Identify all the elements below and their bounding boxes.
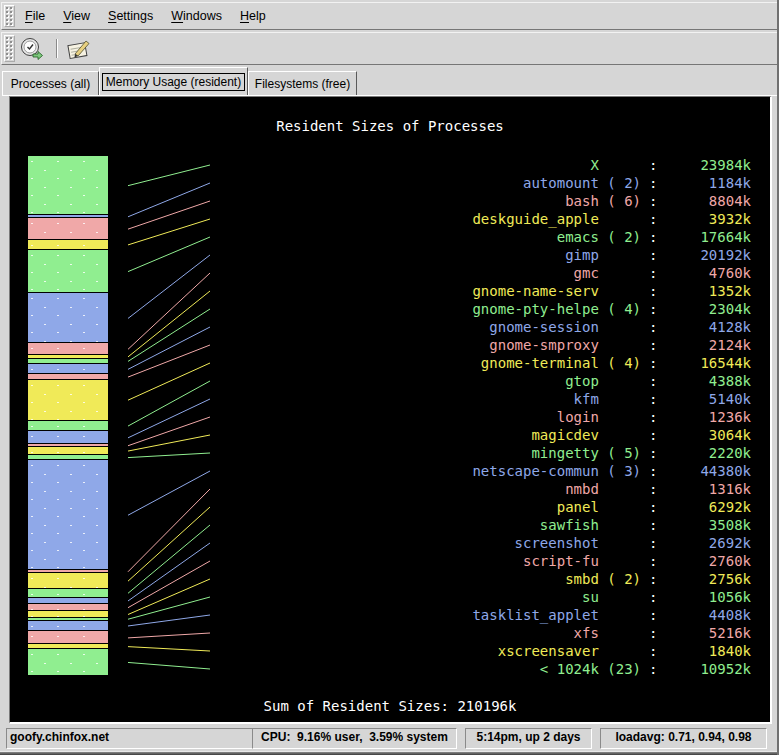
process-row: netscape-commun ( 3):44380k: [10, 462, 770, 480]
process-row: su :1056k: [10, 588, 770, 606]
memory-usage-graph: Resident Sizes of Processes X :23984kaut…: [10, 97, 770, 722]
process-row: xfs :5216k: [10, 624, 770, 642]
process-row: screenshot :2692k: [10, 534, 770, 552]
process-row: smbd ( 2):2756k: [10, 570, 770, 588]
timer-run-icon: [18, 35, 46, 63]
timer-run-button[interactable]: [18, 35, 46, 62]
process-row: gnome-terminal ( 4):16544k: [10, 354, 770, 372]
process-row: xscreensaver :1840k: [10, 642, 770, 660]
statusbar-clock: 5:14pm, up 2 days: [465, 728, 592, 749]
process-row: gnome-smproxy :2124k: [10, 336, 770, 354]
notepad-edit-button[interactable]: [64, 35, 92, 62]
process-row: kfm :5140k: [10, 390, 770, 408]
menu-bar: FileViewSettingsWindowsHelp: [1, 2, 778, 30]
statusbar-loadavg: loadavg: 0.71, 0.94, 0.98: [600, 728, 767, 749]
statusbar-hostname: goofy.chinfox.net: [6, 728, 260, 749]
process-row: login :1236k: [10, 408, 770, 426]
process-row: X :23984k: [10, 156, 770, 174]
process-row: < 1024k (23):10952k: [10, 660, 770, 678]
process-row: automount ( 2):1184k: [10, 174, 770, 192]
process-row: gnome-pty-helpe ( 4):2304k: [10, 300, 770, 318]
process-row: script-fu :2760k: [10, 552, 770, 570]
menubar-grip-handle[interactable]: [4, 5, 15, 27]
menu-view[interactable]: View: [54, 9, 99, 23]
process-row: magicdev :3064k: [10, 426, 770, 444]
process-row: panel :6292k: [10, 498, 770, 516]
process-row: mingetty ( 5):2220k: [10, 444, 770, 462]
process-row: gimp :20192k: [10, 246, 770, 264]
process-row: gnome-name-serv :1352k: [10, 282, 770, 300]
toolbar: [1, 32, 778, 65]
process-row: emacs ( 2):17664k: [10, 228, 770, 246]
notepad-edit-icon: [64, 35, 92, 63]
menu-items: FileViewSettingsWindowsHelp: [16, 3, 275, 29]
tab-filesystems-free[interactable]: Filesystems (free): [248, 71, 357, 95]
process-row: nmbd :1316k: [10, 480, 770, 498]
menu-file[interactable]: File: [16, 9, 54, 23]
process-row: gnome-session :4128k: [10, 318, 770, 336]
statusbar-cpu: CPU: 9.16% user, 3.59% system: [252, 728, 457, 749]
process-row: deskguide_apple :3932k: [10, 210, 770, 228]
menu-windows[interactable]: Windows: [162, 9, 231, 23]
process-row: gtop :4388k: [10, 372, 770, 390]
process-row: gmc :4760k: [10, 264, 770, 282]
toolbar-grip-handle[interactable]: [4, 35, 15, 62]
process-row: sawfish :3508k: [10, 516, 770, 534]
graph-frame: Resident Sizes of Processes X :23984kaut…: [9, 96, 772, 724]
graph-footer: Sum of Resident Sizes: 210196k: [10, 698, 770, 714]
tab-memory-usage-resident[interactable]: Memory Usage (resident): [99, 67, 248, 95]
menu-help[interactable]: Help: [231, 9, 275, 23]
menu-settings[interactable]: Settings: [99, 9, 162, 23]
toolbar-separator: [56, 39, 58, 58]
process-row: bash ( 6):8804k: [10, 192, 770, 210]
gtop-window: FileViewSettingsWindowsHelp: [0, 0, 779, 755]
process-row: tasklist_applet :4408k: [10, 606, 770, 624]
tab-processes-all[interactable]: Processes (all): [2, 71, 99, 95]
